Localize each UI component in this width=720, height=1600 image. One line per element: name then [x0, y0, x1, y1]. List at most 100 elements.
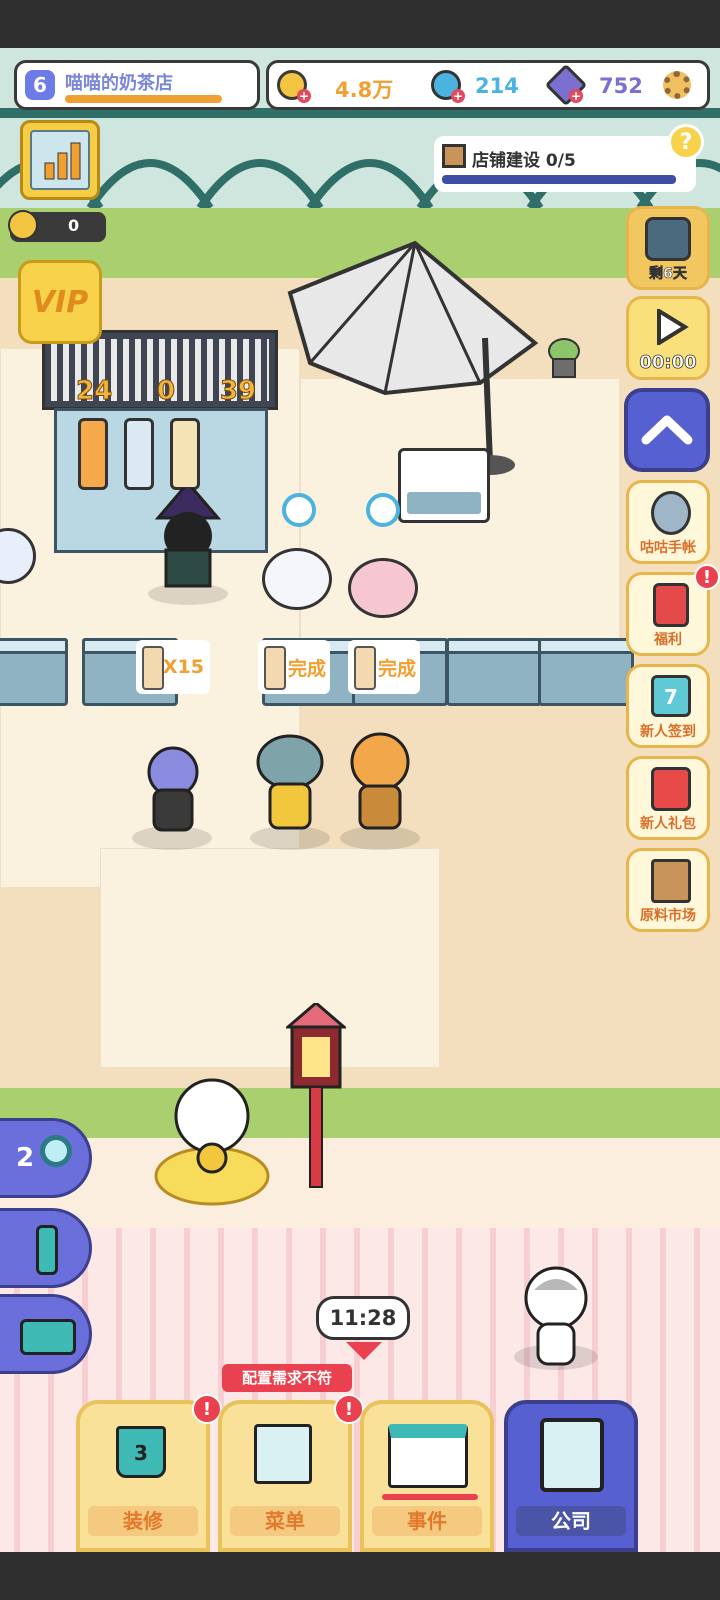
event-calendar-icon: [388, 1424, 468, 1488]
construction-panel[interactable]: 店铺建设 0/5: [434, 136, 696, 192]
nav-decorate[interactable]: 3 装修: [76, 1400, 210, 1552]
menu-warning-tag: 配置需求不符: [222, 1364, 352, 1392]
menu-item-ingredient-market[interactable]: 原料市场: [626, 848, 710, 932]
construction-progress-track: [442, 175, 676, 184]
drink-dispenser-3[interactable]: [170, 418, 200, 490]
crate-icon: [651, 859, 691, 903]
cup-icon: [354, 646, 376, 690]
shop-profile[interactable]: 6 喵喵的奶茶店: [14, 60, 260, 110]
boost-icon: [8, 210, 38, 240]
gift-box-icon: [651, 767, 691, 811]
help-icon[interactable]: ?: [668, 124, 704, 160]
nav-company[interactable]: 公司: [504, 1400, 638, 1552]
drink-dispenser-1[interactable]: [78, 418, 108, 490]
machine-count-1: 24: [75, 376, 113, 407]
game-scene[interactable]: 24 0 39 X15 完成 完成 11:28 2 0 VIP 店铺建设 0/5…: [0, 48, 720, 1552]
stats-button[interactable]: [20, 120, 100, 200]
gear-icon[interactable]: [663, 71, 691, 99]
add-blue-gems-icon[interactable]: +: [451, 89, 465, 103]
order-text: 完成: [287, 657, 326, 680]
customer-elephant[interactable]: [252, 728, 328, 838]
pigeon-icon: [651, 491, 691, 535]
search-tool-button[interactable]: 2: [0, 1118, 92, 1198]
nav-menu[interactable]: 菜单: [218, 1400, 352, 1552]
video-timer: 00:00: [639, 352, 697, 374]
order-bubble-2[interactable]: 完成: [258, 640, 330, 694]
machine-count-3: 39: [219, 376, 256, 407]
takeaway-bag-icon[interactable]: [282, 493, 316, 527]
level-badge: 6: [25, 70, 55, 100]
shop-name: 喵喵的奶茶店: [65, 73, 173, 94]
add-coins-icon[interactable]: +: [297, 89, 311, 103]
paint-bucket-icon: 3: [116, 1426, 166, 1478]
customer-octopus[interactable]: [140, 738, 206, 838]
machine-counts: 24 0 39: [75, 376, 256, 407]
service-counter-1[interactable]: [0, 638, 68, 706]
nav-events[interactable]: 事件: [360, 1400, 494, 1552]
menu-item-label: 咕咕手帐: [640, 540, 696, 556]
cooler-tool-button[interactable]: [0, 1294, 92, 1374]
clock-pointer-icon: [346, 1342, 382, 1360]
machine-count-2: 0: [156, 376, 176, 407]
street-lamp[interactable]: [283, 1001, 349, 1193]
menu-list-icon: [254, 1424, 312, 1484]
cup-tool-button[interactable]: [0, 1208, 92, 1288]
cash-register-icon: [540, 1418, 604, 1492]
cooler-icon: [20, 1319, 76, 1355]
service-counter-6[interactable]: [538, 638, 634, 706]
play-icon: [657, 309, 689, 345]
order-bubble-3[interactable]: 完成: [348, 640, 420, 694]
blue-gem-count: 214: [475, 74, 519, 98]
lucky-cat-statue[interactable]: [152, 1058, 272, 1208]
nav-label: 事件: [372, 1506, 482, 1536]
wizard-cat-staff[interactable]: [148, 480, 228, 588]
service-counter-5[interactable]: [446, 638, 542, 706]
boost-meter[interactable]: 0: [8, 210, 106, 242]
potted-plant: [548, 338, 580, 378]
nav-label: 装修: [88, 1506, 198, 1536]
cup-icon: [264, 646, 286, 690]
menu-item-label: 新人签到: [640, 724, 696, 740]
ice-cooler[interactable]: [398, 448, 490, 523]
cup-icon: [142, 646, 164, 690]
search-count: 2: [16, 1143, 35, 1173]
grass-strip-bottom: [0, 1088, 720, 1138]
portal-icon: [645, 217, 691, 261]
nav-label: 菜单: [230, 1506, 340, 1536]
customer-orange-cat[interactable]: [344, 728, 416, 838]
menu-item-label: 福利: [654, 632, 682, 648]
construction-label: 店铺建设 0/5: [472, 151, 576, 171]
sidewalk: [0, 1138, 720, 1228]
calendar-icon: 7: [651, 675, 691, 717]
cup-icon: [36, 1225, 58, 1275]
order-text: 完成: [377, 657, 416, 680]
menu-item-label: 原料市场: [640, 908, 696, 924]
order-text: X15: [162, 656, 204, 678]
resource-bar: + 4.8万 + 214 + 752: [266, 60, 710, 110]
notification-badge-icon: !: [694, 564, 720, 590]
day-clock: 11:28: [316, 1296, 410, 1340]
wandering-cat-grey[interactable]: [516, 1258, 596, 1370]
collapse-menu-button[interactable]: [624, 388, 710, 472]
staff-cat-pink[interactable]: [348, 558, 418, 618]
video-ad-button[interactable]: 00:00: [626, 296, 710, 380]
menu-item-newbie-checkin[interactable]: 7 新人签到: [626, 664, 710, 748]
add-purple-gems-icon[interactable]: +: [569, 89, 583, 103]
vip-button[interactable]: VIP: [18, 260, 102, 344]
coin-count: 4.8万: [335, 78, 394, 102]
staff-cat-white[interactable]: [262, 548, 332, 610]
bar-chart-icon: [43, 141, 83, 181]
construction-icon: [442, 144, 466, 168]
boost-value: 0: [68, 216, 80, 235]
timed-event-button[interactable]: 剩6天: [626, 206, 710, 290]
chevron-up-icon: [641, 415, 693, 445]
event-progress-icon: [382, 1494, 478, 1500]
drink-dispenser-2[interactable]: [124, 418, 154, 490]
order-bubble-1[interactable]: X15: [136, 640, 210, 694]
timed-event-label: 剩6天: [649, 266, 687, 283]
menu-item-gugu-journal[interactable]: 咕咕手帐: [626, 480, 710, 564]
menu-item-newbie-gift[interactable]: 新人礼包: [626, 756, 710, 840]
takeaway-bag-icon[interactable]: [366, 493, 400, 527]
red-envelope-icon: [653, 583, 689, 627]
purple-gem-count: 752: [599, 74, 643, 98]
